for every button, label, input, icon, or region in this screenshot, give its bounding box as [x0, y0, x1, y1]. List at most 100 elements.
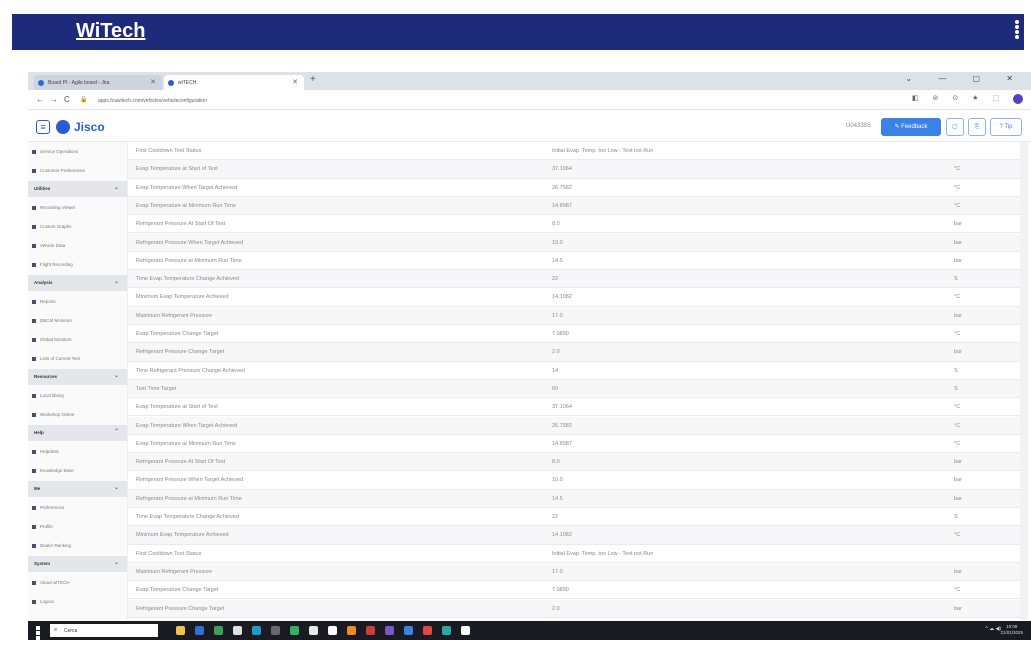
menu-hamburger-icon[interactable]: ≡: [36, 120, 50, 134]
back-arrow-icon[interactable]: ←: [36, 95, 44, 104]
parameter-value: 14.5: [552, 257, 563, 264]
app-white2-taskbar-icon[interactable]: [328, 626, 337, 635]
parameter-name: Maximum Refrigerant Pressure: [136, 312, 213, 319]
sidebar-item[interactable]: Reports: [28, 292, 127, 311]
parameter-value: 17.0: [552, 568, 563, 575]
sidebar-item[interactable]: Workshop Online: [28, 405, 127, 424]
feedback-button[interactable]: ✎ Feedback: [881, 118, 941, 136]
sidebar-item[interactable]: Local library: [28, 386, 127, 405]
parameter-name: Time Evap Temperature Change Achieved: [136, 514, 240, 520]
app-red2-taskbar-icon[interactable]: [423, 626, 432, 635]
sidebar-item-label: Global Monitors: [40, 337, 72, 342]
sidebar-item-label: Local library: [40, 393, 65, 398]
chrome-taskbar-icon[interactable]: [233, 626, 242, 635]
table-row: Refrigerant Pressure at Minimum Run Time…: [128, 489, 1020, 508]
app-green-taskbar-icon[interactable]: [214, 626, 223, 635]
app-orange-taskbar-icon[interactable]: [347, 626, 356, 635]
sidebar-item[interactable]: Recording Viewer: [28, 198, 127, 217]
sidebar-item-label: Flight Recording: [40, 262, 73, 267]
parameter-unit: bar: [954, 221, 962, 228]
sidebar-section[interactable]: Resources ⌄: [28, 369, 127, 385]
sidebar-section[interactable]: Me ⌄: [28, 481, 127, 497]
chevron-icon: ⌄: [113, 373, 119, 379]
forward-arrow-icon[interactable]: →: [50, 95, 58, 104]
parameter-unit: S: [954, 367, 958, 374]
sidebar-item[interactable]: Preferences: [28, 498, 127, 517]
parameter-value: 22: [552, 514, 559, 520]
app-dark-taskbar-icon[interactable]: [271, 626, 280, 635]
sidebar-item[interactable]: Dealer Ranking: [28, 536, 127, 555]
sidebar-section[interactable]: Analysis ⌄: [28, 275, 127, 291]
table-row: Evap Temperature Change Target 7.0890 °C: [128, 325, 1020, 344]
parameter-unit: bar: [954, 459, 962, 466]
screenshot-page: WiTech Board PI - Agile board - Jira ✕ w…: [0, 0, 1031, 669]
tip-button[interactable]: ? Tip: [990, 118, 1022, 136]
app-teal2-taskbar-icon[interactable]: [442, 626, 451, 635]
parameter-unit: °C: [954, 404, 961, 411]
sidebar-item[interactable]: Profile: [28, 517, 127, 536]
sidebar-section-label: Utilities: [34, 186, 51, 191]
parameter-name: Refrigerant Pressure Change Target: [136, 605, 225, 612]
windows-start-icon[interactable]: [36, 626, 45, 645]
sidebar-item[interactable]: Global Monitors: [28, 330, 127, 349]
app-white-taskbar-icon[interactable]: [309, 626, 318, 635]
parameter-unit: S: [954, 514, 958, 520]
parameter-name: Refrigerant Pressure When Target Achieve…: [136, 477, 244, 484]
url-field[interactable]: apps.fcawitech.com/vehicles/vehicleconfi…: [98, 95, 918, 106]
taskbar-search[interactable]: ⌕ Cerca: [50, 624, 158, 637]
sidebar-item-icon: [32, 318, 36, 323]
app-red-taskbar-icon[interactable]: [366, 626, 375, 635]
sidebar-item[interactable]: Vehicle Data: [28, 236, 127, 255]
sidebar-item[interactable]: About wiTECH: [28, 573, 127, 592]
parameter-value: 14.8987: [552, 202, 572, 209]
sidebar-item[interactable]: DBCM Monitors: [28, 311, 127, 330]
clock[interactable]: 10:08 21/01/2025: [1000, 624, 1023, 636]
parameter-value: 26.7582: [552, 422, 572, 429]
app-teal-taskbar-icon[interactable]: [252, 626, 261, 635]
sidebar-item[interactable]: Lists of Current Test: [28, 349, 127, 368]
sidebar-item[interactable]: Custom Graphs: [28, 217, 127, 236]
sidebar-item[interactable]: Service Operations: [28, 142, 127, 161]
parameter-value: 14.1082: [552, 532, 572, 539]
browser-tab-witech[interactable]: wiTECH ✕: [164, 75, 304, 90]
app-purple-taskbar-icon[interactable]: [385, 626, 394, 635]
app-green2-taskbar-icon[interactable]: [290, 626, 299, 635]
sidebar-section[interactable]: Utilities ⌄: [28, 181, 127, 197]
chevron-icon: ⌄: [113, 485, 119, 491]
reload-icon[interactable]: C: [64, 95, 70, 104]
sidebar-item[interactable]: Flight Recording: [28, 255, 127, 274]
parameter-name: Evap Temperature Change Target: [136, 331, 219, 337]
sidebar-item-icon: [32, 393, 36, 398]
sidebar-section[interactable]: Help ⌃: [28, 425, 127, 441]
app-white3-taskbar-icon[interactable]: [461, 626, 470, 635]
profile-avatar-icon[interactable]: [1013, 94, 1023, 104]
sidebar-item[interactable]: Customer Preferences: [28, 161, 127, 180]
new-tab-button[interactable]: +: [310, 74, 316, 85]
app-blue-taskbar-icon[interactable]: [195, 626, 204, 635]
lock-icon[interactable]: 🔒: [80, 96, 87, 103]
copy-button[interactable]: ⎘: [968, 118, 986, 136]
extension-icons[interactable]: ◧ ⊘ ⊙ ★ ⬚: [912, 94, 1005, 102]
sidebar-item[interactable]: Helpdesk: [28, 442, 127, 461]
sidebar-item-label: Workshop Online: [40, 412, 75, 417]
vertical-scrollbar[interactable]: [1020, 142, 1028, 620]
tab-label: wiTECH: [178, 80, 197, 86]
sidebar-item-label: Knowledge Base: [40, 468, 74, 473]
window-controls[interactable]: ⌄ — ▢ ✕: [905, 74, 1025, 83]
close-tab-icon[interactable]: ✕: [150, 78, 156, 86]
table-row: Refrigerant Pressure at Minimum Run Time…: [128, 252, 1020, 271]
browser-tab-jira[interactable]: Board PI - Agile board - Jira ✕: [34, 75, 162, 90]
sidebar-item[interactable]: Knowledge Base: [28, 461, 127, 480]
parameter-value: 37.1064: [552, 404, 572, 411]
file-explorer-taskbar-icon[interactable]: [176, 626, 185, 635]
sidebar-item-label: Vehicle Data: [40, 243, 66, 248]
browser-address-bar: ← → C 🔒 apps.fcawitech.com/vehicles/vehi…: [28, 90, 1031, 110]
app-blue2-taskbar-icon[interactable]: [404, 626, 413, 635]
sidebar-item-label: Helpdesk: [40, 449, 59, 454]
document-button[interactable]: ▢: [946, 118, 964, 136]
close-tab-icon[interactable]: ✕: [292, 78, 298, 86]
parameter-name: Evap Temperature When Target Achieved: [136, 422, 238, 429]
sidebar-section[interactable]: System ⌄: [28, 556, 127, 572]
system-tray[interactable]: ^ ☁ ◀): [985, 626, 1001, 632]
sidebar-item[interactable]: Logout: [28, 592, 127, 611]
